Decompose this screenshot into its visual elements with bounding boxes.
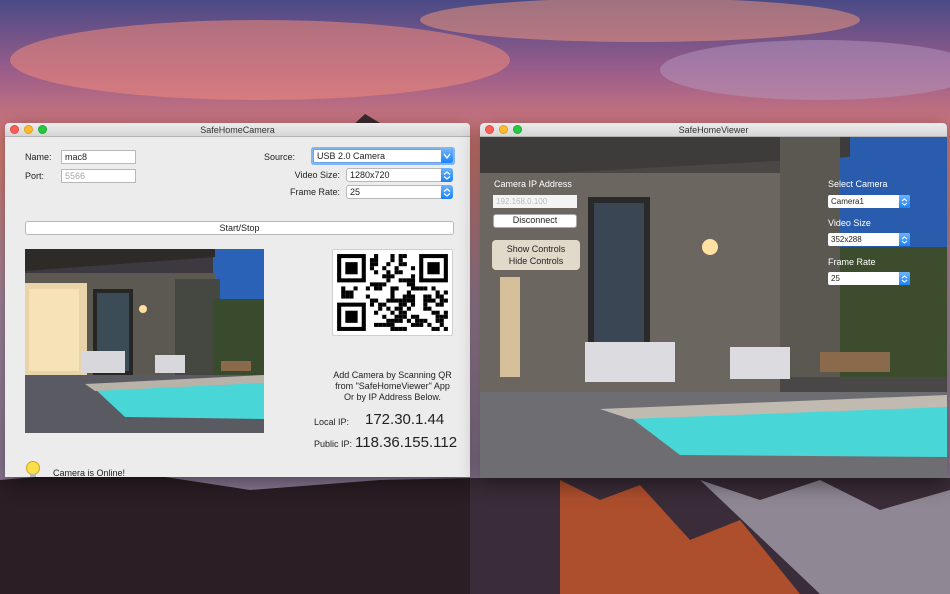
qr-caption-line-3: Or by IP Address Below.: [344, 392, 441, 402]
camera-titlebar: SafeHomeCamera: [5, 123, 470, 137]
viewer-video-size-label: Video Size: [828, 218, 871, 228]
viewer-video-size-dropdown[interactable]: 352x288: [828, 233, 910, 246]
viewer-frame-rate-label: Frame Rate: [828, 257, 876, 267]
camera-preview: [25, 249, 264, 433]
viewer-video-size-value: 352x288: [831, 235, 862, 244]
qr-pattern: [337, 254, 448, 331]
start-stop-button[interactable]: Start/Stop: [25, 221, 454, 235]
hide-controls-button[interactable]: Hide Controls: [492, 255, 580, 267]
select-camera-dropdown[interactable]: Camera1: [828, 195, 910, 208]
safehomeviewer-window: SafeHomeViewer Camera IP Address 192.168…: [480, 123, 947, 478]
safehomecamera-window: SafeHomeCamera Name: mac8 Port: 5566 Sou…: [5, 123, 470, 477]
video-size-dropdown[interactable]: 1280x720: [346, 168, 453, 182]
camera-ip-label: Camera IP Address: [494, 179, 572, 189]
port-field[interactable]: 5566: [61, 169, 136, 183]
source-value: USB 2.0 Camera: [317, 151, 386, 161]
qr-code: [332, 249, 453, 336]
public-ip-label: Public IP:: [314, 439, 353, 449]
camera-ip-field[interactable]: 192.168.0.100: [493, 195, 577, 208]
chevron-updown-icon: [441, 185, 453, 199]
minimize-window-button[interactable]: [24, 125, 33, 134]
qr-caption: Add Camera by Scanning QR from "SafeHome…: [315, 370, 470, 403]
chevron-down-icon: [441, 149, 453, 163]
video-size-label: Video Size:: [294, 170, 340, 180]
source-dropdown[interactable]: USB 2.0 Camera: [313, 149, 453, 163]
name-label: Name:: [25, 152, 52, 162]
controls-toggle-group: Show Controls Hide Controls: [492, 240, 580, 270]
frame-rate-label: Frame Rate:: [289, 187, 340, 197]
viewer-frame-rate-dropdown[interactable]: 25: [828, 272, 910, 285]
qr-caption-line-2: from "SafeHomeViewer" App: [335, 381, 450, 391]
qr-caption-line-1: Add Camera by Scanning QR: [333, 370, 452, 380]
select-camera-value: Camera1: [831, 197, 864, 206]
public-ip-value: 118.36.155.112: [355, 434, 458, 451]
close-window-button[interactable]: [485, 125, 494, 134]
frame-rate-value: 25: [350, 187, 361, 197]
chevron-updown-icon: [441, 168, 453, 182]
name-field[interactable]: mac8: [61, 150, 136, 164]
close-window-button[interactable]: [10, 125, 19, 134]
select-camera-label: Select Camera: [828, 179, 888, 189]
viewer-window-title: SafeHomeViewer: [678, 125, 749, 135]
port-label: Port:: [25, 171, 45, 181]
camera-window-title: SafeHomeCamera: [200, 125, 275, 135]
minimize-window-button[interactable]: [499, 125, 508, 134]
chevron-updown-icon: [899, 195, 910, 208]
video-size-value: 1280x720: [350, 170, 390, 180]
source-label: Source:: [263, 152, 295, 162]
chevron-updown-icon: [899, 233, 910, 246]
disconnect-button[interactable]: Disconnect: [493, 214, 577, 228]
local-ip-value: 172.30.1.44: [365, 411, 445, 428]
zoom-window-button[interactable]: [513, 125, 522, 134]
lightbulb-icon: [26, 461, 40, 477]
local-ip-label: Local IP:: [314, 417, 350, 427]
chevron-updown-icon: [899, 272, 910, 285]
zoom-window-button[interactable]: [38, 125, 47, 134]
frame-rate-dropdown[interactable]: 25: [346, 185, 453, 199]
camera-status-text: Camera is Online!: [53, 468, 126, 477]
show-controls-button[interactable]: Show Controls: [492, 243, 580, 255]
viewer-titlebar: SafeHomeViewer: [480, 123, 947, 137]
viewer-frame-rate-value: 25: [831, 274, 840, 283]
